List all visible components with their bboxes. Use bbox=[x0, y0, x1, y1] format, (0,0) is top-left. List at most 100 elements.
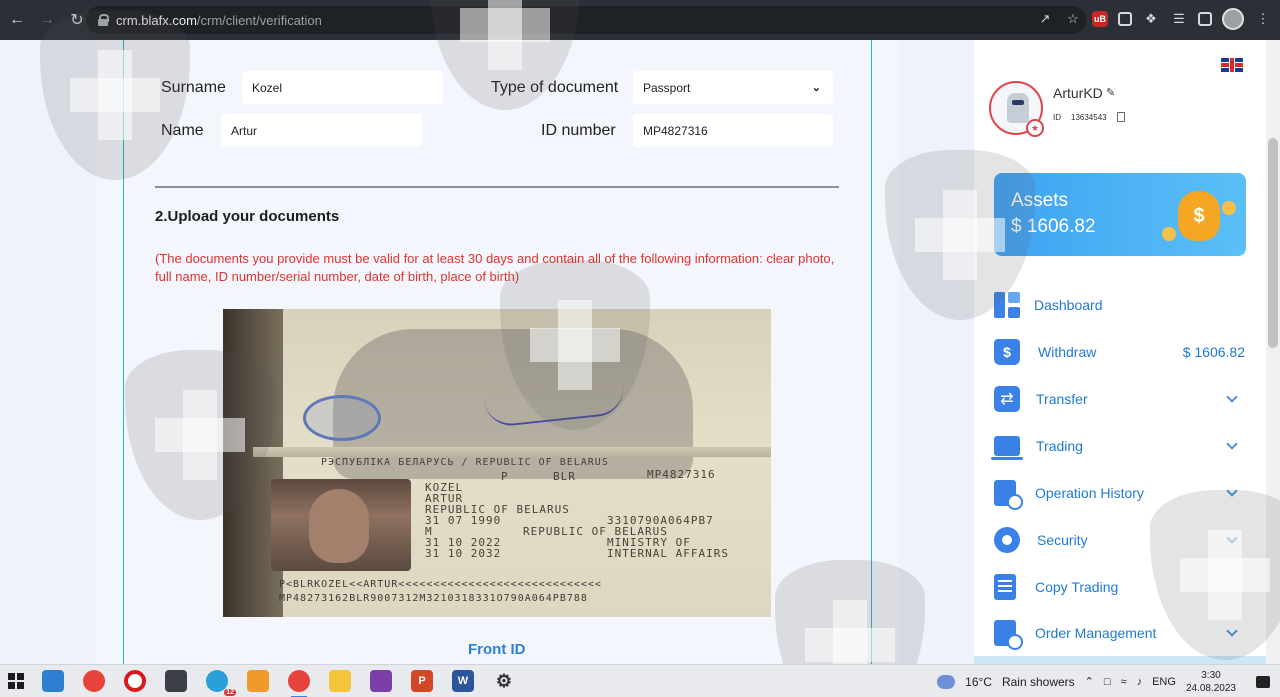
copy-trading-icon bbox=[994, 574, 1016, 600]
kebab-menu-icon[interactable]: ⋮ bbox=[1254, 10, 1272, 28]
browser-actions: ↗ ☆ uB ❖ ☰ ⋮ bbox=[1036, 8, 1272, 30]
puzzle-icon[interactable]: ❖ bbox=[1142, 10, 1160, 28]
pencil-icon[interactable]: ✎ bbox=[1106, 86, 1115, 99]
money-bag-icon: $ bbox=[1178, 191, 1220, 241]
speaker-icon[interactable]: ♪ bbox=[1137, 676, 1143, 688]
windows-taskbar: 12 P W ⚙ 16°C Rain showers ⌃ □ ≈ ♪ ENG 3… bbox=[0, 664, 1280, 697]
sidebar-item-label: Dashboard bbox=[1034, 297, 1103, 313]
clock-time: 3:30 bbox=[1201, 669, 1221, 681]
vip-star-icon: ★ bbox=[1026, 119, 1044, 137]
system-tray: 16°C Rain showers ⌃ □ ≈ ♪ ENG 3:30 24.08… bbox=[937, 665, 1270, 697]
scrollbar-thumb[interactable] bbox=[1268, 138, 1278, 348]
passport-dob: 31 07 1990 bbox=[425, 514, 502, 527]
side-panel-icon[interactable] bbox=[1198, 12, 1212, 26]
name-field[interactable]: Artur bbox=[221, 114, 422, 147]
sidebar-item-withdraw[interactable]: $ Withdraw $ 1606.82 bbox=[994, 337, 1246, 367]
sidebar-item-label: Withdraw bbox=[1038, 344, 1097, 360]
upload-section-title: 2.Upload your documents bbox=[155, 208, 340, 225]
winrar-icon[interactable] bbox=[370, 670, 392, 692]
media-queue-icon[interactable]: ☰ bbox=[1170, 10, 1188, 28]
folder-icon[interactable] bbox=[329, 670, 351, 692]
clock[interactable]: 3:30 24.08.2023 bbox=[1186, 669, 1236, 695]
passport-header: РЭСПУБЛІКА БЕЛАРУСЬ / REPUBLIC OF BELARU… bbox=[321, 457, 609, 468]
gear-icon bbox=[994, 527, 1020, 553]
desktop-icon[interactable] bbox=[42, 670, 64, 692]
user-id-label: ID bbox=[1053, 112, 1061, 122]
wallet-icon: $ bbox=[994, 339, 1020, 365]
weather-temp[interactable]: 16°C bbox=[965, 675, 992, 689]
username: ArturKD bbox=[1053, 85, 1103, 101]
sidebar-item-label: Trading bbox=[1036, 438, 1083, 454]
section-divider bbox=[155, 186, 839, 188]
passport-authority-2: INTERNAL AFFAIRS bbox=[607, 547, 729, 560]
passport-country: BLR bbox=[553, 470, 576, 483]
copy-icon[interactable] bbox=[1116, 112, 1125, 122]
passport-seal bbox=[303, 395, 381, 441]
extension-shield-icon[interactable] bbox=[1118, 12, 1132, 26]
clock-date: 24.08.2023 bbox=[1185, 682, 1236, 694]
windows-start-icon[interactable] bbox=[8, 673, 24, 689]
passport-mrz-2: MP48273162BLR9007312M3210318331O790A064P… bbox=[279, 593, 588, 604]
telegram-icon[interactable]: 12 bbox=[206, 670, 236, 696]
passport-type: P bbox=[501, 470, 509, 483]
rain-cloud-icon[interactable] bbox=[937, 674, 956, 689]
usb-icon[interactable]: □ bbox=[1104, 676, 1111, 688]
withdraw-amount: $ 1606.82 bbox=[1182, 344, 1245, 360]
passport-face-photo bbox=[271, 479, 411, 571]
telegram-badge: 12 bbox=[224, 689, 236, 696]
sidebar-item-trading[interactable]: Trading bbox=[991, 431, 1246, 461]
sidebar-item-transfer[interactable]: ⇄ Transfer bbox=[994, 384, 1246, 414]
sidebar-item-label: Transfer bbox=[1036, 391, 1088, 407]
browser-toolbar: ← → ↻ crm.blafx.com/crm/client/verificat… bbox=[0, 0, 1280, 40]
user-id-value: 13634543 bbox=[1071, 112, 1107, 122]
coin-icon bbox=[1222, 201, 1236, 215]
id-number-label: ID number bbox=[541, 122, 616, 139]
weather-desc[interactable]: Rain showers bbox=[1002, 675, 1075, 689]
front-id-label: Front ID bbox=[468, 641, 526, 658]
id-number-value: MP4827316 bbox=[643, 123, 708, 138]
address-bar[interactable]: crm.blafx.com/crm/client/verification bbox=[86, 6, 1086, 34]
star-icon[interactable]: ☆ bbox=[1064, 10, 1082, 28]
passport-number: MP4827316 bbox=[647, 468, 716, 481]
language-indicator[interactable]: ENG bbox=[1152, 676, 1176, 688]
id-number-field[interactable]: MP4827316 bbox=[633, 114, 833, 147]
orange-app-icon[interactable] bbox=[247, 670, 269, 692]
user-id-row: ID 13634543 bbox=[1053, 112, 1125, 122]
settings-gear-icon[interactable]: ⚙ bbox=[493, 670, 515, 692]
back-arrow-icon[interactable]: ← bbox=[4, 7, 30, 33]
front-id-photo[interactable]: РЭСПУБЛІКА БЕЛАРУСЬ / REPUBLIC OF BELARU… bbox=[223, 309, 771, 617]
passport-mrz-1: P<BLRKOZEL<<ARTUR<<<<<<<<<<<<<<<<<<<<<<<… bbox=[279, 579, 602, 590]
transfer-icon: ⇄ bbox=[994, 386, 1020, 412]
surname-value: Kozel bbox=[252, 80, 283, 95]
chrome-icon[interactable] bbox=[83, 670, 105, 692]
share-icon[interactable]: ↗ bbox=[1036, 10, 1054, 28]
opera-icon[interactable] bbox=[124, 670, 146, 692]
surname-field[interactable]: Kozel bbox=[242, 71, 443, 104]
powerpoint-icon[interactable]: P bbox=[411, 670, 433, 692]
cube-app-icon[interactable] bbox=[165, 670, 187, 692]
tray-chevron-up-icon[interactable]: ⌃ bbox=[1085, 675, 1094, 688]
word-icon[interactable]: W bbox=[452, 670, 474, 692]
doc-type-value: Passport bbox=[643, 80, 691, 95]
coin-icon bbox=[1162, 227, 1176, 241]
name-value: Artur bbox=[231, 123, 258, 138]
chevron-down-icon: ⌄ bbox=[811, 82, 821, 94]
trading-icon bbox=[991, 436, 1023, 460]
ublock-icon[interactable]: uB bbox=[1092, 11, 1108, 27]
url-path: /crm/client/verification bbox=[196, 12, 322, 28]
chevron-down-icon bbox=[1226, 391, 1238, 403]
order-icon bbox=[994, 620, 1023, 650]
notification-icon[interactable] bbox=[1256, 675, 1270, 688]
chrome-profile-icon[interactable] bbox=[288, 670, 310, 697]
history-icon bbox=[994, 480, 1023, 510]
passport-expiry: 31 10 2032 bbox=[425, 547, 502, 560]
robot-avatar-icon bbox=[1007, 93, 1029, 123]
sidebar-item-dashboard[interactable]: Dashboard bbox=[994, 290, 1246, 320]
uk-flag-icon[interactable] bbox=[1221, 58, 1243, 72]
passport-fold bbox=[253, 447, 771, 457]
wifi-icon[interactable]: ≈ bbox=[1121, 676, 1127, 688]
doc-type-select[interactable]: Passport ⌄ bbox=[633, 71, 833, 104]
profile-avatar-icon[interactable] bbox=[1222, 8, 1244, 30]
upload-notice: (The documents you provide must be valid… bbox=[155, 251, 835, 284]
chevron-down-icon bbox=[1226, 438, 1238, 450]
